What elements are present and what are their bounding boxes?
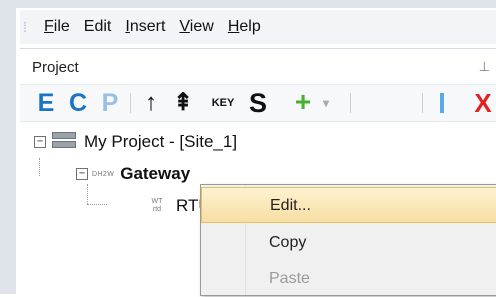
project-panel-header: Project ⊥	[20, 48, 496, 85]
context-menu-label: Paste	[269, 270, 310, 287]
menu-help[interactable]: Help	[228, 18, 261, 36]
tree-node-project[interactable]: − My Project - [Site_1]	[34, 132, 237, 152]
toolbar-separator	[350, 93, 351, 113]
add-dropdown-icon[interactable]: ▾	[320, 91, 332, 115]
menu-insert[interactable]: Insert	[125, 18, 165, 36]
context-menu-edit[interactable]: Edit...	[201, 187, 496, 223]
toolbar-separator	[422, 93, 423, 113]
panel-title: Project	[32, 59, 79, 76]
server-icon	[52, 132, 76, 152]
rtu-icon: WT rtd	[151, 198, 163, 213]
key-button[interactable]: KEY	[208, 91, 238, 115]
context-menu-copy[interactable]: Copy	[201, 225, 496, 261]
tree-line	[87, 184, 88, 204]
window-frame-top	[0, 0, 496, 8]
tree-line	[39, 158, 40, 176]
context-menu: Edit... Copy Paste	[200, 184, 496, 296]
toolbar-separator	[130, 93, 131, 113]
s-button[interactable]: S	[246, 90, 270, 117]
e-button[interactable]: E	[36, 91, 56, 116]
tree-node-gateway[interactable]: − DH2W Gateway	[76, 164, 190, 184]
project-node-label: My Project - [Site_1]	[84, 132, 238, 151]
menu-bar: ⁞ File Edit Insert View Help	[20, 10, 496, 44]
menu-view[interactable]: View	[179, 18, 213, 36]
delete-x-icon[interactable]: X	[472, 90, 494, 116]
c-button[interactable]: C	[68, 91, 88, 116]
p-button[interactable]: P	[100, 91, 120, 116]
menu-file[interactable]: File	[44, 18, 70, 36]
left-frame-bar	[0, 0, 16, 294]
add-icon[interactable]: +	[290, 88, 316, 116]
gateway-node-label: Gateway	[120, 164, 191, 183]
menu-edit[interactable]: Edit	[84, 18, 112, 36]
context-menu-label: Copy	[269, 234, 307, 251]
context-menu-label: Edit...	[270, 197, 311, 214]
collapse-icon[interactable]: −	[76, 168, 88, 180]
move-top-icon[interactable]: ⇞	[172, 91, 194, 115]
tree-line	[87, 204, 107, 205]
project-toolbar: E C P ↑ ⇞ KEY S + ▾ X	[20, 84, 496, 122]
context-menu-paste: Paste	[201, 261, 496, 297]
bar-icon[interactable]	[436, 91, 446, 115]
move-up-icon[interactable]: ↑	[140, 91, 162, 115]
pin-icon[interactable]: ⊥	[479, 59, 490, 75]
dh2w-icon: DH2W	[92, 170, 115, 178]
menu-grip-icon: ⁞	[23, 19, 27, 35]
collapse-icon[interactable]: −	[34, 136, 46, 148]
